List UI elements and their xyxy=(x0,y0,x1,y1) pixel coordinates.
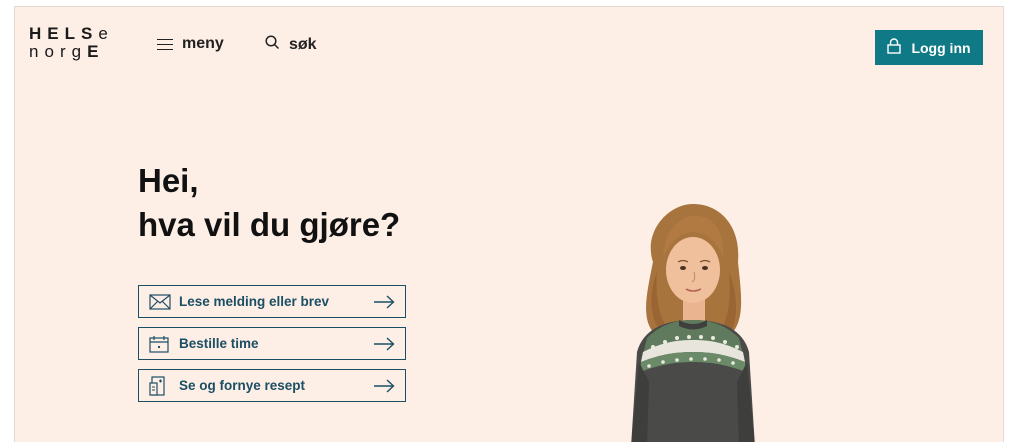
search-label: søk xyxy=(289,36,317,53)
prescription-button[interactable]: Se og fornye resept xyxy=(138,369,406,402)
search-button[interactable]: søk xyxy=(265,35,317,55)
hamburger-icon xyxy=(157,38,173,51)
heading-greeting: Hei, xyxy=(138,162,199,199)
envelope-icon xyxy=(149,293,171,311)
logo-letter: L xyxy=(64,24,82,43)
page-heading: Hei, hva vil du gjøre? xyxy=(138,159,400,247)
prescription-icon xyxy=(149,375,171,396)
menu-button[interactable]: meny xyxy=(157,35,224,53)
arrow-right-icon xyxy=(373,336,395,351)
calendar-icon xyxy=(149,335,171,353)
logo-letter: E xyxy=(47,24,65,43)
action-label: Se og fornye resept xyxy=(179,378,306,393)
read-messages-button[interactable]: Lese melding eller brev xyxy=(138,285,406,318)
logo-letter: S xyxy=(81,24,99,43)
logo-letter: o xyxy=(44,42,60,61)
heading-question: hva vil du gjøre? xyxy=(138,206,401,243)
logo-letter: r xyxy=(59,42,72,61)
logo-letter: g xyxy=(71,42,88,61)
search-icon xyxy=(265,35,280,55)
login-label: Logg inn xyxy=(911,39,971,56)
logo-letter: E xyxy=(87,42,105,61)
helsenorge-logo[interactable]: H E L S e n o r g E xyxy=(29,25,114,60)
lock-icon xyxy=(887,38,902,57)
arrow-right-icon xyxy=(373,294,395,309)
action-label: Bestille time xyxy=(179,336,259,351)
book-appointment-button[interactable]: Bestille time xyxy=(138,327,406,360)
logo-letter: e xyxy=(98,24,114,43)
logo-letter: H xyxy=(29,24,48,43)
arrow-right-icon xyxy=(373,378,395,393)
logo-letter: n xyxy=(29,42,45,61)
login-button[interactable]: Logg inn xyxy=(875,30,983,65)
hero-girl-image xyxy=(613,202,773,442)
menu-label: meny xyxy=(182,35,224,52)
action-label: Lese melding eller brev xyxy=(179,294,330,309)
page-frame: H E L S e n o r g E meny søk Logg inn He… xyxy=(14,6,1004,442)
